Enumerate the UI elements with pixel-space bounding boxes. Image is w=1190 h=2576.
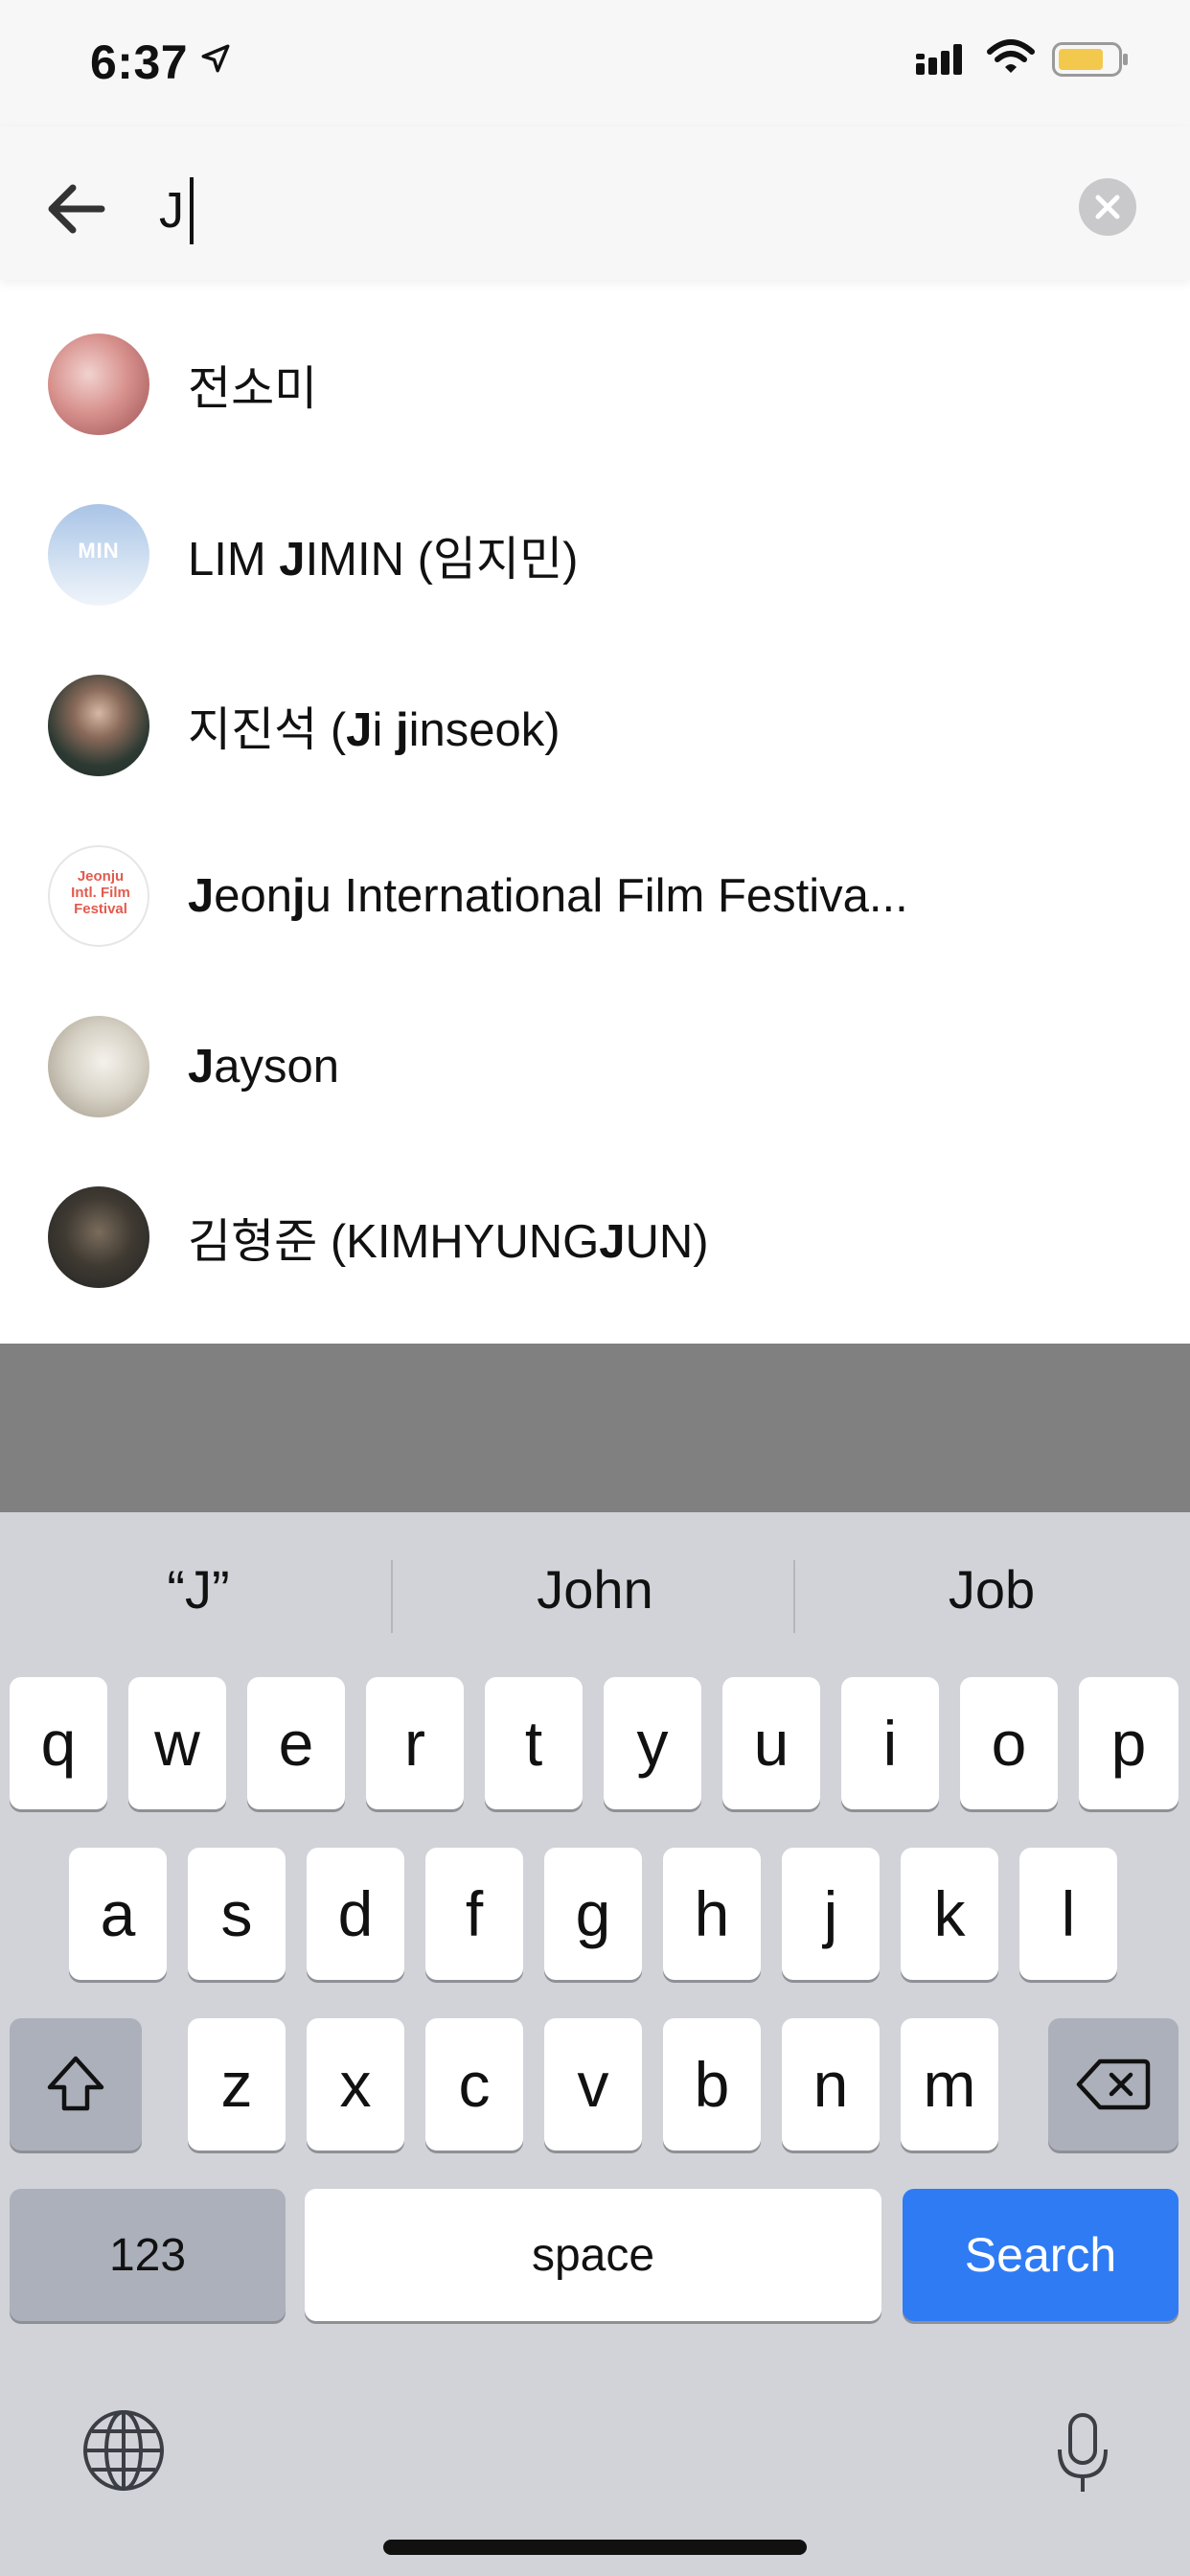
arrow-left-icon (48, 184, 105, 234)
key-m[interactable]: m (901, 2018, 998, 2150)
avatar (48, 675, 149, 776)
result-name: 전소미 (188, 362, 318, 415)
key-s[interactable]: s (188, 1848, 286, 1980)
shift-key[interactable] (10, 2018, 142, 2150)
key-y[interactable]: y (604, 1677, 701, 1809)
result-name: LIM JIMIN (임지민) (188, 533, 579, 586)
key-b[interactable]: b (663, 2018, 761, 2150)
key-n[interactable]: n (782, 2018, 880, 2150)
key-r[interactable]: r (366, 1677, 464, 1809)
suggestion-item[interactable]: “J” (0, 1558, 397, 1621)
shift-icon (47, 2056, 104, 2111)
search-input[interactable]: J (159, 174, 194, 247)
key-t[interactable]: t (485, 1677, 583, 1809)
key-i[interactable]: i (841, 1677, 939, 1809)
microphone-icon[interactable] (1054, 2411, 1111, 2502)
key-e[interactable]: e (247, 1677, 345, 1809)
key-c[interactable]: c (425, 2018, 523, 2150)
suggestion-bar: “J” John Job (0, 1512, 1190, 1681)
search-query-text: J (159, 183, 184, 239)
home-indicator[interactable] (383, 2540, 807, 2555)
key-v[interactable]: v (544, 2018, 642, 2150)
search-results-list: 전소미 MIN LIM JIMIN (임지민) 지진석 (Ji jinseok)… (0, 280, 1190, 1344)
key-f[interactable]: f (425, 1848, 523, 1980)
avatar (48, 1016, 149, 1117)
result-name: 지진석 (Ji jinseok) (188, 703, 561, 756)
backspace-icon (1076, 2058, 1151, 2110)
back-button[interactable] (42, 174, 111, 243)
result-row[interactable]: 전소미 (0, 299, 1190, 470)
search-key[interactable]: Search (903, 2189, 1179, 2321)
result-name: Jayson (188, 1041, 340, 1092)
avatar-logo-text: Jeonju Intl. Film Festival (71, 868, 130, 917)
key-w[interactable]: w (128, 1677, 226, 1809)
clear-circle-icon (1095, 195, 1120, 219)
key-d[interactable]: d (307, 1848, 404, 1980)
clear-search-button[interactable] (1079, 178, 1136, 236)
result-row[interactable]: 지진석 (Ji jinseok) (0, 640, 1190, 811)
result-row[interactable]: Jeonju Intl. Film Festival Jeonju Internat… (0, 811, 1190, 981)
wifi-icon (987, 38, 1035, 81)
key-a[interactable]: a (69, 1848, 167, 1980)
numbers-key[interactable]: 123 (10, 2189, 286, 2321)
key-q[interactable]: q (10, 1677, 107, 1809)
key-l[interactable]: l (1019, 1848, 1117, 1980)
status-bar: 6:37 (0, 0, 1190, 126)
backspace-key[interactable] (1048, 2018, 1179, 2150)
result-name: Jeonju International Film Festiva... (188, 870, 908, 922)
suggestion-item[interactable]: John (397, 1558, 793, 1621)
avatar (48, 1186, 149, 1288)
key-u[interactable]: u (722, 1677, 820, 1809)
avatar (48, 334, 149, 435)
avatar-logo-text: MIN (78, 539, 120, 563)
key-g[interactable]: g (544, 1848, 642, 1980)
key-z[interactable]: z (188, 2018, 286, 2150)
key-x[interactable]: x (307, 2018, 404, 2150)
result-row[interactable]: Jayson (0, 981, 1190, 1152)
suggestion-item[interactable]: Job (793, 1558, 1190, 1621)
result-row[interactable]: 김형준 (KIMHYUNGJUN) (0, 1152, 1190, 1322)
signal-icon (916, 42, 968, 81)
key-h[interactable]: h (663, 1848, 761, 1980)
text-caret (190, 177, 194, 244)
key-j[interactable]: j (782, 1848, 880, 1980)
battery-icon (1052, 42, 1129, 81)
globe-icon[interactable] (80, 2407, 167, 2498)
key-p[interactable]: p (1079, 1677, 1179, 1809)
search-header: J (0, 126, 1190, 280)
location-arrow-icon (199, 42, 232, 80)
avatar: MIN (48, 504, 149, 606)
keyboard: “J” John Job q w e r t y u i o p a s d f… (0, 1512, 1190, 2576)
result-name: 김형준 (KIMHYUNGJUN) (188, 1215, 709, 1268)
suggestion-divider (391, 1560, 393, 1633)
dimmed-overlay (0, 1344, 1190, 1512)
key-o[interactable]: o (960, 1677, 1058, 1809)
key-k[interactable]: k (901, 1848, 998, 1980)
status-time: 6:37 (90, 35, 189, 89)
avatar: Jeonju Intl. Film Festival (48, 845, 149, 947)
space-key[interactable]: space (305, 2189, 881, 2321)
result-row[interactable]: MIN LIM JIMIN (임지민) (0, 470, 1190, 640)
